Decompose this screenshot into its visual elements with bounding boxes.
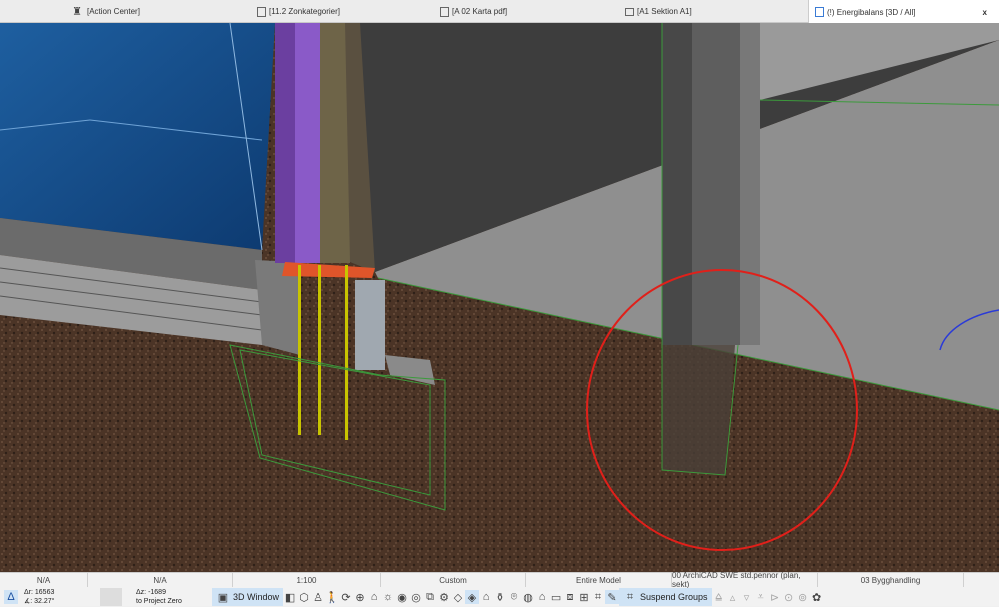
3d-style-icon[interactable]: ◈ xyxy=(465,590,480,604)
3d-window-button[interactable]: ▣ 3D Window xyxy=(212,588,284,606)
3d-viewport[interactable] xyxy=(0,23,999,572)
section-icon xyxy=(625,7,634,16)
walk-icon[interactable]: 🚶 xyxy=(325,590,339,604)
coordinate-readout: Δ Δr: 16563 ∡: 32.27° Δz: -1689 to Proje… xyxy=(4,587,211,607)
crop-icon[interactable]: ⌗ xyxy=(591,590,605,604)
mirror-icon[interactable]: ⊳ xyxy=(768,590,782,604)
grid-icon[interactable]: ⊞ xyxy=(577,590,591,604)
tab-zonkategorier[interactable]: [11.2 Zonkategorier] xyxy=(257,0,340,23)
sun-icon[interactable]: ☼ xyxy=(381,590,395,604)
line-icon[interactable] xyxy=(100,588,122,606)
filter-icon[interactable]: ◎ xyxy=(409,590,423,604)
layout-icon xyxy=(440,6,449,17)
down-icon[interactable]: ▿ xyxy=(740,590,754,604)
suspend-groups-icon: ⌗ xyxy=(626,590,634,603)
elevation-icon[interactable]: ⩠ xyxy=(712,590,726,604)
schedule-icon xyxy=(257,6,266,17)
lock-icon[interactable]: ⊙ xyxy=(782,590,796,604)
scale-combo[interactable]: 1:100 xyxy=(233,573,381,587)
3d-model-scene xyxy=(0,23,999,572)
layer-combo[interactable]: N/A xyxy=(0,573,88,587)
3d-window-icon: ▣ xyxy=(217,591,229,604)
view-icon[interactable]: ◉ xyxy=(395,590,409,604)
home-icon[interactable]: ⌂ xyxy=(535,590,549,604)
up-icon[interactable]: ▵ xyxy=(726,590,740,604)
bottom-icon[interactable]: ⩡ xyxy=(754,590,768,604)
status-bar: N/A N/A 1:100 Custom Entire Model 00 Arc… xyxy=(0,571,999,607)
edit-icon[interactable]: ✎ xyxy=(605,590,620,604)
cutaway-icon[interactable]: ◇ xyxy=(451,590,465,604)
settings-icon[interactable]: ⚙ xyxy=(437,590,451,604)
render-icon[interactable]: ◍ xyxy=(521,590,535,604)
pen-table-combo[interactable]: 00 ArchiCAD SWE std.pennor (plan, sekt) xyxy=(672,571,818,589)
unlock-icon[interactable]: ⊚ xyxy=(796,590,810,604)
action-center-icon: ♜ xyxy=(72,6,82,18)
camera-icon[interactable]: ⌾ xyxy=(507,590,521,604)
close-tab-icon[interactable]: x xyxy=(983,8,987,17)
renovation-filter-combo[interactable]: 03 Bygghandling xyxy=(818,573,964,587)
tab-action-center[interactable]: ♜ [Action Center] xyxy=(70,0,140,23)
ungroup-icon[interactable]: ✿ xyxy=(810,590,824,604)
orbit-icon[interactable]: ⟳ xyxy=(339,590,353,604)
axonometry-icon[interactable]: ⬡ xyxy=(297,590,311,604)
perspective-icon[interactable]: ◧ xyxy=(283,590,297,604)
model-view-combo[interactable]: Entire Model xyxy=(526,573,672,587)
paint-icon[interactable]: ⚱ xyxy=(493,590,507,604)
tab-bar: ♜ [Action Center] [11.2 Zonkategorier] [A… xyxy=(0,0,999,24)
navigation-icon[interactable]: ♙ xyxy=(311,590,325,604)
video-icon[interactable]: ▭ xyxy=(549,590,563,604)
dimension-standard-combo[interactable]: Custom xyxy=(381,573,526,587)
tab-karta-pdf[interactable]: [A 02 Karta pdf] xyxy=(440,0,507,23)
layers-icon[interactable]: ⧉ xyxy=(423,590,437,604)
suspend-groups-button[interactable]: ⌗ Suspend Groups xyxy=(619,588,712,606)
pen-set-combo[interactable]: N/A xyxy=(88,573,233,587)
group-icon[interactable]: ⧈ xyxy=(563,590,577,604)
explore-icon[interactable]: ⊕ xyxy=(353,590,367,604)
fit-icon[interactable]: ⌂ xyxy=(367,590,381,604)
delta-icon: Δ xyxy=(4,590,18,604)
tab-sektion-a1[interactable]: [A1 Sektion A1] xyxy=(625,0,692,23)
tab-energibalans[interactable]: (!) Energibalans [3D / All] x xyxy=(808,0,999,24)
brush-icon[interactable]: ⌂ xyxy=(479,590,493,604)
3d-window-icon xyxy=(815,7,824,17)
